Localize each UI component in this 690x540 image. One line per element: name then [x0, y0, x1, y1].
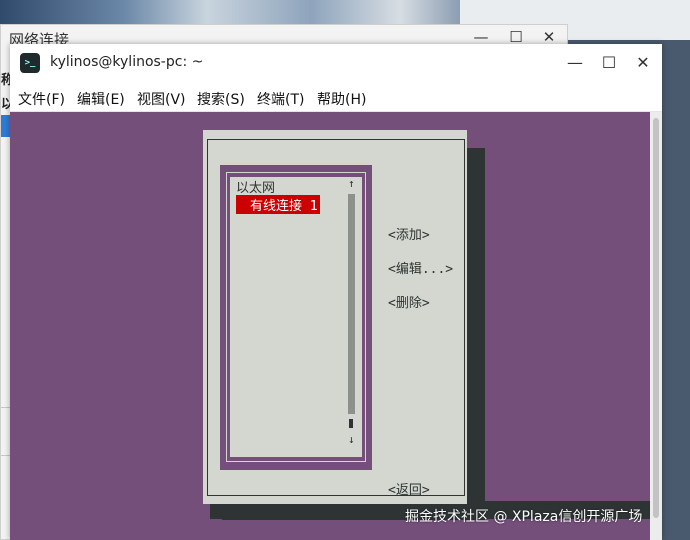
- scroll-down-arrow-icon[interactable]: ↓: [348, 433, 355, 446]
- scroll-up-arrow-icon[interactable]: ↑: [348, 177, 355, 190]
- terminal-title: kylinos@kylinos-pc: ~: [50, 54, 204, 70]
- list-header-ethernet: 以太网: [236, 181, 276, 196]
- edit-button[interactable]: <编辑...>: [388, 258, 453, 277]
- menu-file[interactable]: 文件(F): [18, 89, 65, 109]
- menu-view[interactable]: 视图(V): [137, 89, 186, 109]
- menu-bar: 文件(F) 编辑(E) 视图(V) 搜索(S) 终端(T) 帮助(H): [10, 82, 662, 112]
- terminal-scrollbar[interactable]: [650, 112, 662, 540]
- connection-list-panel: 以太网 有线连接 1 ↑ ↓: [220, 165, 372, 470]
- menu-search[interactable]: 搜索(S): [197, 89, 245, 109]
- add-button[interactable]: <添加>: [388, 224, 430, 243]
- list-scrollbar-thumb[interactable]: [349, 419, 353, 428]
- connection-list[interactable]: 以太网 有线连接 1 ↑ ↓: [230, 177, 362, 457]
- close-button[interactable]: ✕: [632, 52, 654, 74]
- menu-edit[interactable]: 编辑(E): [77, 89, 125, 109]
- terminal-app-icon: >_: [20, 53, 40, 73]
- connection-item-wired-1[interactable]: 有线连接 1: [236, 195, 320, 214]
- terminal-titlebar[interactable]: >_ kylinos@kylinos-pc: ~ — ☐ ✕: [10, 44, 662, 82]
- nmtui-dialog: 以太网 有线连接 1 ↑ ↓ <添加> <编辑...> <删除> <返回>: [203, 130, 467, 504]
- menu-terminal[interactable]: 终端(T): [257, 89, 304, 109]
- list-scrollbar-track[interactable]: [348, 194, 355, 414]
- delete-button[interactable]: <删除>: [388, 292, 430, 311]
- terminal-scrollbar-thumb[interactable]: [653, 118, 659, 518]
- maximize-button[interactable]: ☐: [598, 52, 620, 74]
- terminal-window: >_ kylinos@kylinos-pc: ~ — ☐ ✕ 文件(F) 编辑(…: [10, 44, 662, 540]
- back-button[interactable]: <返回>: [388, 479, 430, 498]
- minimize-button[interactable]: —: [564, 52, 586, 74]
- menu-help[interactable]: 帮助(H): [317, 89, 366, 109]
- watermark: 掘金技术社区 @ XPlaza信创开源广场: [405, 509, 643, 525]
